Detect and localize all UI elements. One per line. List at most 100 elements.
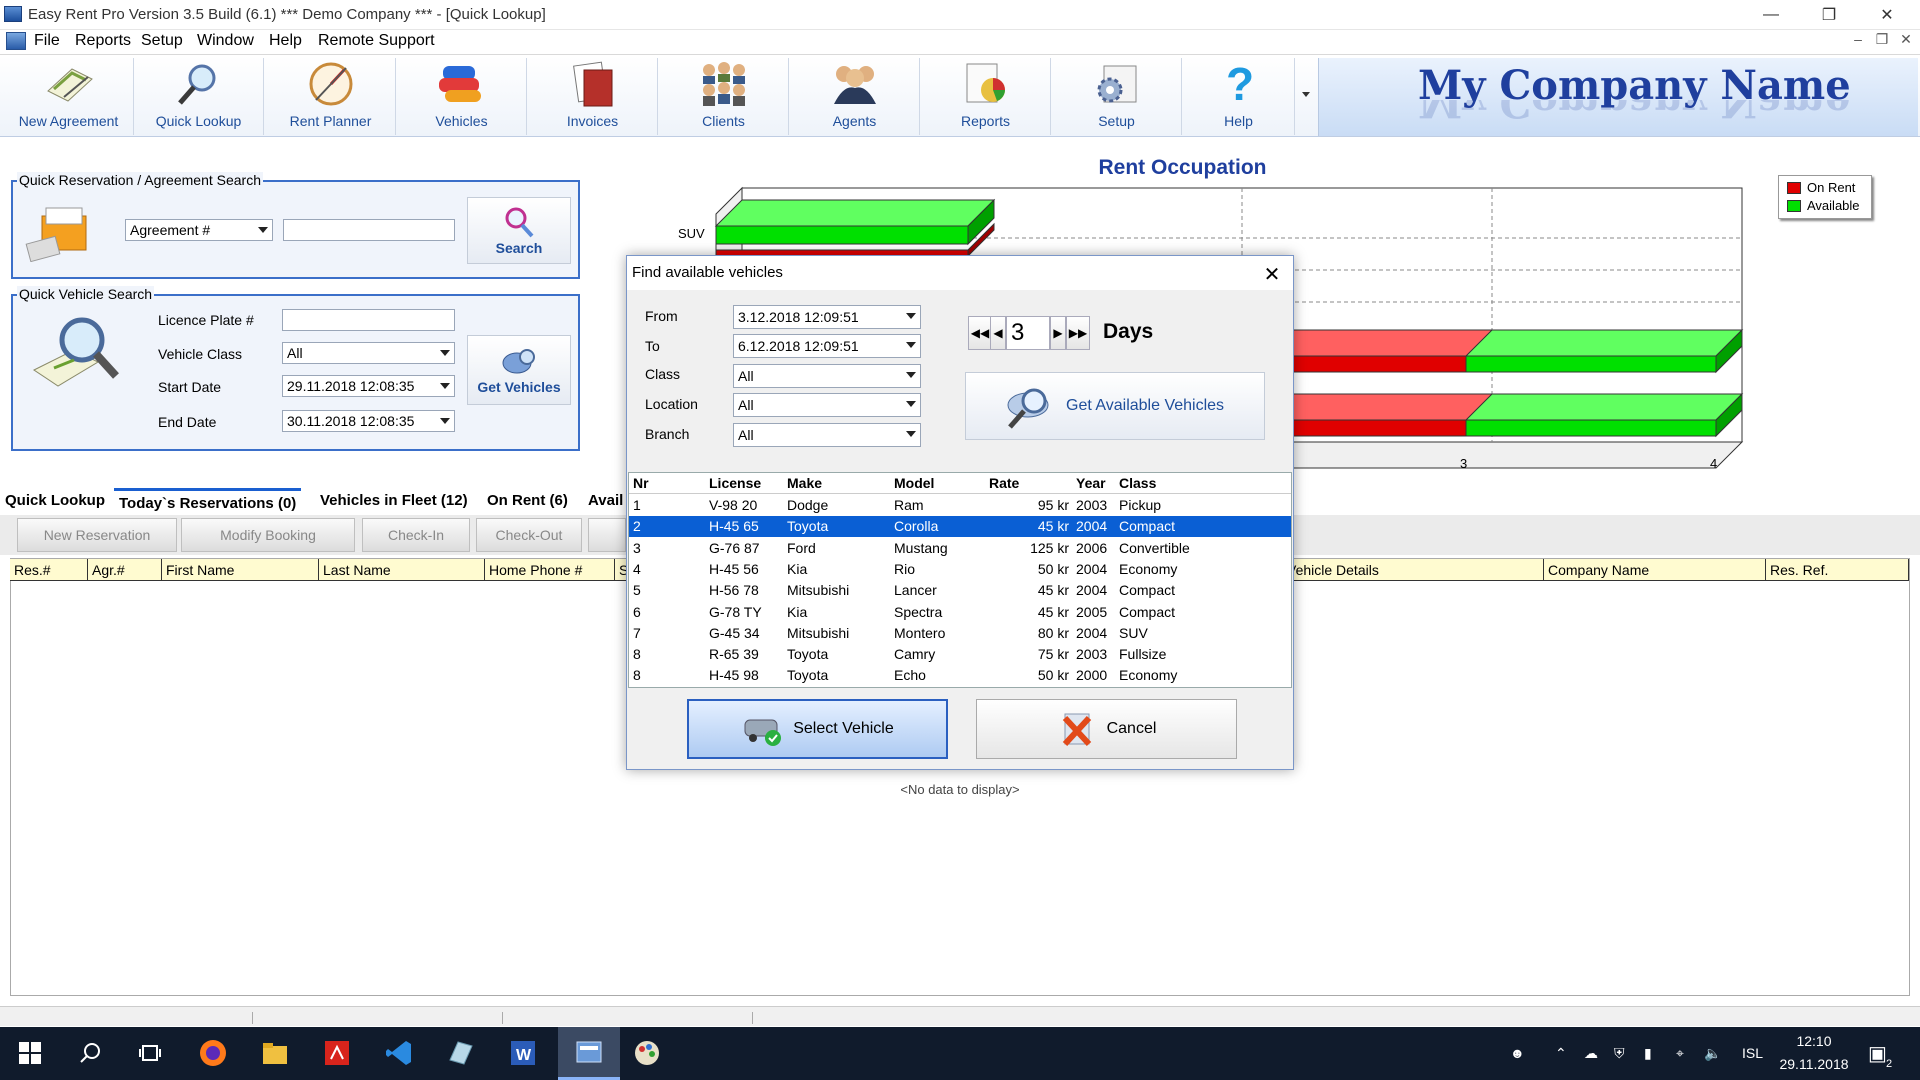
wifi-icon[interactable]: ⌖ xyxy=(1676,1045,1684,1062)
tab-todays-reservations[interactable]: Today`s Reservations (0) xyxy=(114,488,302,514)
agreement-search-input[interactable] xyxy=(283,219,455,241)
from-date-picker[interactable]: 3.12.2018 12:09:51 xyxy=(733,305,921,329)
menu-remote-support[interactable]: Remote Support xyxy=(318,32,435,50)
vehicle-row[interactable]: 8 H-45 98 Toyota Echo 50 kr 2000 Economy xyxy=(629,665,1291,686)
battery-icon[interactable]: ▮ xyxy=(1644,1045,1652,1062)
volume-icon[interactable]: 🔈 xyxy=(1704,1045,1721,1062)
taskbar-search-icon[interactable] xyxy=(72,1035,108,1071)
toolbar-quick-lookup-button[interactable]: Quick Lookup xyxy=(134,58,264,135)
file-explorer-icon[interactable] xyxy=(257,1035,293,1071)
toolbar-help-button[interactable]: ? Help xyxy=(1183,58,1295,135)
tab-vehicles-in-fleet[interactable]: Vehicles in Fleet (12) xyxy=(315,488,473,514)
column-header[interactable]: Company Name xyxy=(1544,559,1766,581)
tab-available[interactable]: Avail xyxy=(583,488,626,514)
toolbar-vehicles-button[interactable]: Vehicles xyxy=(397,58,527,135)
cancel-button[interactable]: Cancel xyxy=(976,699,1237,759)
tray-chevron-icon[interactable]: ⌃ xyxy=(1555,1045,1567,1062)
notification-center-icon[interactable]: ▣ xyxy=(1868,1041,1887,1066)
column-header-rate[interactable]: Rate xyxy=(989,475,1019,491)
get-available-vehicles-button[interactable]: Get Available Vehicles xyxy=(965,372,1265,440)
toolbar-invoices-button[interactable]: Invoices xyxy=(528,58,658,135)
vscode-icon[interactable] xyxy=(381,1035,417,1071)
vehicle-row[interactable]: 2 H-45 65 Toyota Corolla 45 kr 2004 Compact xyxy=(629,516,1291,538)
prev-day-button[interactable]: ◀ xyxy=(990,316,1006,350)
toolbar-agents-button[interactable]: Agents xyxy=(790,58,920,135)
menu-reports[interactable]: Reports xyxy=(75,32,131,50)
column-header[interactable]: Vehicle Details xyxy=(1287,559,1544,581)
next-day-button[interactable]: ▶ xyxy=(1050,316,1066,350)
acrobat-icon[interactable] xyxy=(319,1035,355,1071)
menu-help[interactable]: Help xyxy=(269,32,302,50)
modify-booking-button[interactable]: Modify Booking xyxy=(181,518,355,552)
menu-file[interactable]: File xyxy=(34,32,60,50)
mdi-minimize-button[interactable]: – xyxy=(1848,31,1868,47)
get-vehicles-button[interactable]: Get Vehicles xyxy=(467,335,571,405)
menu-setup[interactable]: Setup xyxy=(141,32,183,50)
column-header[interactable]: Res. Ref. xyxy=(1766,559,1909,581)
clock-date[interactable]: 29.11.2018 xyxy=(1770,1056,1858,1072)
first-day-button[interactable]: ◀◀ xyxy=(968,316,992,350)
new-reservation-button[interactable]: New Reservation xyxy=(17,518,177,552)
column-header-model[interactable]: Model xyxy=(894,475,934,491)
firefox-icon[interactable] xyxy=(195,1035,231,1071)
end-date-picker[interactable]: 30.11.2018 12:08:35 xyxy=(282,410,455,432)
column-header-class[interactable]: Class xyxy=(1119,475,1156,491)
restore-button[interactable]: ❐ xyxy=(1806,0,1852,30)
toolbar-reports-button[interactable]: Reports xyxy=(921,58,1051,135)
vehicle-row[interactable]: 8 R-65 39 Toyota Camry 75 kr 2003 Fullsize xyxy=(629,644,1291,665)
tab-on-rent[interactable]: On Rent (6) xyxy=(482,488,573,514)
security-icon[interactable]: ⛨ xyxy=(1614,1045,1625,1062)
vehicle-row[interactable]: 3 G-76 87 Ford Mustang 125 kr 2006 Convertible xyxy=(629,538,1291,559)
toolbar-rent-planner-button[interactable]: Rent Planner xyxy=(266,58,396,135)
check-in-button[interactable]: Check-In xyxy=(362,518,470,552)
column-header[interactable]: Agr.# xyxy=(88,559,162,581)
mdi-app-icon[interactable] xyxy=(6,32,26,50)
toolbar-setup-button[interactable]: Setup xyxy=(1052,58,1182,135)
mdi-restore-button[interactable]: ❐ xyxy=(1872,31,1892,48)
column-header-license[interactable]: License xyxy=(709,475,761,491)
start-date-picker[interactable]: 29.11.2018 12:08:35 xyxy=(282,375,455,397)
vehicle-row[interactable]: 4 H-45 56 Kia Rio 50 kr 2004 Economy xyxy=(629,559,1291,580)
column-header[interactable]: Res.# xyxy=(10,559,88,581)
licence-plate-input[interactable] xyxy=(282,309,455,331)
check-out-button[interactable]: Check-Out xyxy=(476,518,582,552)
more-command-button[interactable] xyxy=(588,518,626,552)
minimize-button[interactable]: — xyxy=(1748,0,1794,30)
vehicle-row[interactable]: 5 H-56 78 Mitsubishi Lancer 45 kr 2004 Compact xyxy=(629,580,1291,601)
toolbar-overflow-icon[interactable] xyxy=(1302,92,1310,97)
menu-window[interactable]: Window xyxy=(197,32,254,50)
column-header-year[interactable]: Year xyxy=(1076,475,1106,491)
app-tile-icon[interactable] xyxy=(443,1035,479,1071)
class-combo[interactable]: All xyxy=(733,364,921,388)
column-header-nr[interactable]: Nr xyxy=(633,475,649,491)
days-spinner[interactable]: 3 xyxy=(1006,316,1050,350)
vehicle-row[interactable]: 1 V-98 20 Dodge Ram 95 kr 2003 Pickup xyxy=(629,495,1291,516)
search-button[interactable]: Search xyxy=(467,197,571,264)
clock-time[interactable]: 12:10 xyxy=(1780,1033,1848,1049)
windows-start-icon[interactable] xyxy=(12,1035,48,1071)
tab-quick-lookup[interactable]: Quick Lookup xyxy=(0,488,110,514)
input-language[interactable]: ISL xyxy=(1742,1045,1763,1061)
select-vehicle-button[interactable]: Select Vehicle xyxy=(687,699,948,759)
branch-combo[interactable]: All xyxy=(733,423,921,447)
column-header[interactable]: Home Phone # xyxy=(485,559,615,581)
agreement-type-combo[interactable]: Agreement # xyxy=(125,219,273,241)
dialog-close-icon[interactable]: ✕ xyxy=(1260,262,1284,286)
vehicle-row[interactable]: 7 G-45 34 Mitsubishi Montero 80 kr 2004 SUV xyxy=(629,623,1291,644)
vehicle-row[interactable]: 6 G-78 TY Kia Spectra 45 kr 2005 Compact xyxy=(629,602,1291,623)
last-day-button[interactable]: ▶▶ xyxy=(1066,316,1090,350)
column-header-make[interactable]: Make xyxy=(787,475,822,491)
column-header[interactable]: First Name xyxy=(162,559,319,581)
location-combo[interactable]: All xyxy=(733,393,921,417)
mdi-close-button[interactable]: ✕ xyxy=(1896,31,1916,48)
toolbar-clients-button[interactable]: Clients xyxy=(659,58,789,135)
to-date-picker[interactable]: 6.12.2018 12:09:51 xyxy=(733,334,921,358)
column-header[interactable]: Last Name xyxy=(319,559,485,581)
task-view-icon[interactable] xyxy=(132,1035,168,1071)
toolbar-new-agreement-button[interactable]: New Agreement xyxy=(4,58,134,135)
vehicle-class-combo[interactable]: All xyxy=(282,342,455,364)
onedrive-icon[interactable]: ☁ xyxy=(1584,1045,1598,1062)
close-window-button[interactable]: ✕ xyxy=(1864,0,1910,30)
people-icon[interactable]: ☻ xyxy=(1510,1045,1525,1061)
paint-icon[interactable] xyxy=(629,1035,665,1071)
